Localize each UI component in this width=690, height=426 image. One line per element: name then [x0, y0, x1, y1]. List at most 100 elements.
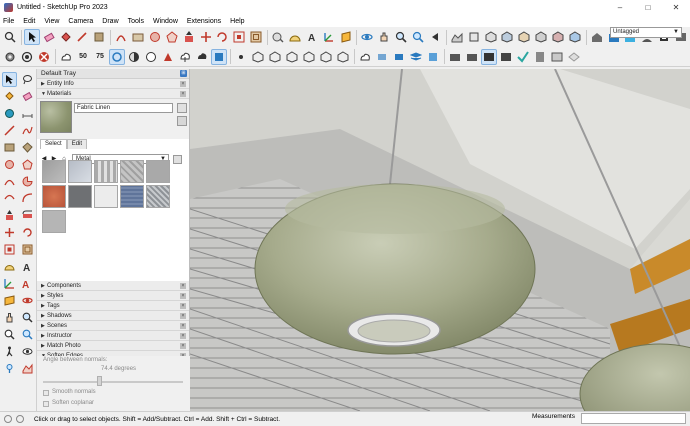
sun-icon[interactable] [19, 49, 35, 65]
create-material-icon[interactable] [177, 103, 187, 113]
scale-icon[interactable] [2, 242, 17, 257]
swatch-dark-metal[interactable] [68, 185, 92, 208]
back-edges-icon[interactable] [143, 49, 159, 65]
paint-bucket-icon[interactable] [177, 116, 187, 126]
close-icon[interactable]: × [180, 323, 186, 329]
back-view-icon[interactable] [301, 49, 317, 65]
fog-icon[interactable] [36, 49, 52, 65]
tape-measure-icon[interactable] [2, 106, 17, 121]
info-icon[interactable] [4, 415, 12, 423]
section-fill-icon[interactable] [391, 49, 407, 65]
close-icon[interactable]: × [180, 303, 186, 309]
offset-icon[interactable] [20, 242, 35, 257]
axes-icon[interactable] [2, 276, 17, 291]
rectangle-icon[interactable] [2, 140, 17, 155]
outliner-icon[interactable] [498, 49, 514, 65]
sandbox-icon[interactable] [449, 29, 465, 45]
zoom-icon[interactable] [20, 310, 35, 325]
zoom-extents-icon[interactable] [20, 327, 35, 342]
push-pull-icon[interactable] [181, 29, 197, 45]
swatch-diamond-plate[interactable] [120, 160, 144, 183]
close-icon[interactable]: × [180, 293, 186, 299]
book-icon[interactable] [532, 49, 548, 65]
polygon-icon[interactable] [164, 29, 180, 45]
section-entity-info[interactable]: ▶ Entity Info × [37, 79, 189, 89]
close-icon[interactable]: × [180, 313, 186, 319]
section-materials[interactable]: ▼Materials × [37, 89, 189, 99]
section-cut-icon[interactable] [374, 49, 390, 65]
2point-arc-icon[interactable] [20, 191, 35, 206]
select-icon[interactable] [23, 29, 40, 45]
select-icon[interactable] [2, 72, 17, 87]
swatch-white-metal[interactable] [94, 185, 118, 208]
tab-select[interactable]: Select [40, 139, 67, 149]
offset-icon[interactable] [248, 29, 264, 45]
line-icon[interactable] [2, 123, 17, 138]
pan-icon[interactable] [376, 29, 392, 45]
left-view-icon[interactable] [318, 49, 334, 65]
menu-draw[interactable]: Draw [102, 18, 118, 25]
cloud-download-icon[interactable] [177, 49, 193, 65]
style-icon[interactable] [425, 49, 441, 65]
swatch-steel[interactable] [146, 160, 170, 183]
cloud-icon[interactable] [58, 49, 74, 65]
look-around-icon[interactable] [20, 344, 35, 359]
section-plane-icon[interactable] [2, 293, 17, 308]
solid-tools-icon[interactable] [466, 29, 482, 45]
circle-icon[interactable] [2, 157, 17, 172]
text-icon[interactable]: A [304, 29, 320, 45]
diamond-icon[interactable] [566, 49, 582, 65]
paint-bucket-icon[interactable] [2, 89, 17, 104]
dimension-icon[interactable] [20, 106, 35, 121]
sandbox-icon[interactable] [20, 361, 35, 376]
axes-icon[interactable] [321, 29, 337, 45]
walkthrough-icon[interactable] [464, 49, 480, 65]
pencil-icon[interactable] [91, 29, 107, 45]
right-view-icon[interactable] [284, 49, 300, 65]
menu-view[interactable]: View [44, 18, 59, 25]
measurements-input[interactable] [581, 413, 686, 424]
orbit-icon[interactable] [20, 293, 35, 308]
search-icon[interactable] [2, 29, 18, 45]
rotated-rectangle-icon[interactable] [20, 140, 35, 155]
3d-text-icon[interactable]: A [20, 276, 35, 291]
material-name-field[interactable]: Fabric Linen [74, 103, 173, 113]
maximize-button[interactable]: □ [634, 0, 662, 15]
polygon-icon[interactable] [20, 157, 35, 172]
warehouse-icon[interactable] [589, 29, 605, 45]
xray-icon[interactable] [126, 49, 142, 65]
menu-extensions[interactable]: Extensions [187, 18, 221, 25]
menu-window[interactable]: Window [153, 18, 178, 25]
swatch-grate[interactable] [146, 185, 170, 208]
section-instructor[interactable]: ▶ Instructor × [37, 331, 189, 341]
section-match-photo[interactable]: ▶ Match Photo × [37, 341, 189, 351]
swatch-rust[interactable] [42, 185, 66, 208]
protractor-icon[interactable] [2, 259, 17, 274]
previous-view-icon[interactable] [427, 29, 443, 45]
details-icon[interactable] [173, 154, 182, 164]
zoom-icon[interactable] [393, 29, 409, 45]
eraser-icon[interactable] [20, 89, 35, 104]
menu-edit[interactable]: Edit [23, 18, 35, 25]
top-view-icon[interactable] [250, 49, 266, 65]
push-pull-icon[interactable] [2, 208, 17, 223]
shadow-icon[interactable] [109, 48, 125, 65]
arc-icon[interactable] [2, 174, 17, 189]
badge-50[interactable]: 50 [75, 49, 91, 65]
outer-shell-icon[interactable] [483, 29, 499, 45]
tray-toggle-icon[interactable] [481, 48, 497, 65]
protractor-icon[interactable] [287, 29, 303, 45]
soften-coplanar-checkbox[interactable] [43, 401, 49, 407]
section-scenes[interactable]: ▶ Scenes × [37, 321, 189, 331]
walk-icon[interactable] [2, 344, 17, 359]
bottom-view-icon[interactable] [335, 49, 351, 65]
text-icon[interactable]: A [20, 259, 35, 274]
zoom-extents-icon[interactable] [410, 29, 426, 45]
swatch-gray[interactable] [42, 210, 66, 233]
subtract-icon[interactable] [533, 29, 549, 45]
trim-icon[interactable] [550, 29, 566, 45]
current-material-swatch[interactable] [40, 101, 72, 133]
section-styles[interactable]: ▶ Styles × [37, 291, 189, 301]
minimize-button[interactable]: – [606, 0, 634, 15]
model-icon[interactable] [447, 49, 463, 65]
